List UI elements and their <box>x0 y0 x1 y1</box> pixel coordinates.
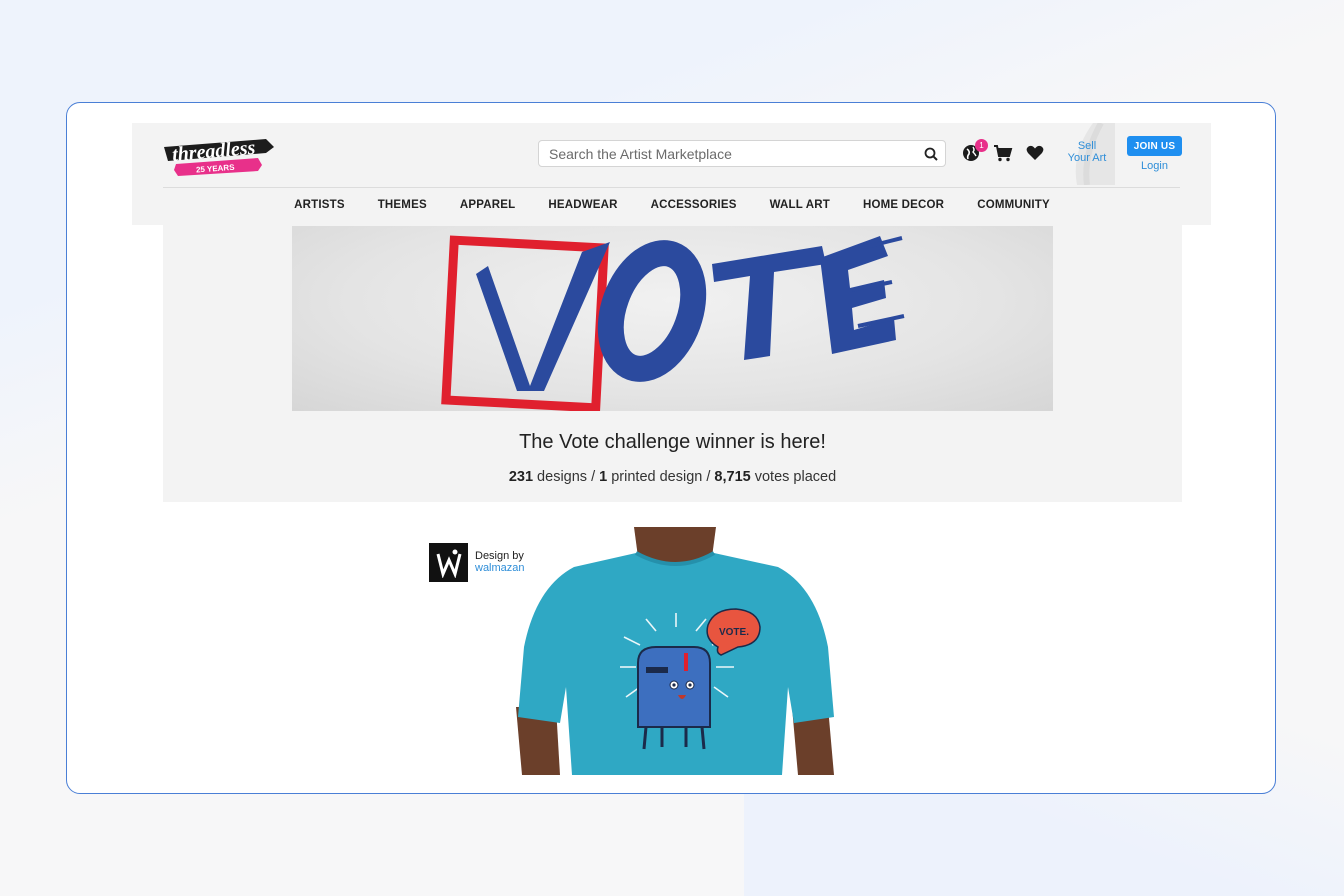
threadless-logo[interactable]: threadless 25 YEARS <box>162 131 277 179</box>
designs-label: designs / <box>533 469 600 485</box>
threadless-page: threadless 25 YEARS 1 <box>132 123 1211 793</box>
cart-icon[interactable] <box>992 143 1014 163</box>
designer-avatar[interactable] <box>429 543 468 582</box>
search-icon[interactable] <box>917 141 945 166</box>
main-nav: ARTISTS THEMES APPAREL HEADWEAR ACCESSOR… <box>132 199 1211 211</box>
hero-title: The Vote challenge winner is here! <box>519 431 826 453</box>
sell-line-1: Sell <box>1077 140 1097 152</box>
vote-banner-image[interactable] <box>292 226 1053 411</box>
search-bar <box>538 140 946 167</box>
hero-stats: 231 designs / 1 printed design / 8,715 v… <box>163 469 1182 485</box>
sell-your-art-link[interactable]: Sell Your Art <box>1062 140 1112 164</box>
login-link[interactable]: Login <box>1127 160 1182 172</box>
nav-divider <box>163 187 1180 188</box>
notification-badge: 1 <box>975 139 988 152</box>
nav-item-apparel[interactable]: APPAREL <box>460 199 516 211</box>
site-header: threadless 25 YEARS 1 <box>132 123 1211 225</box>
designs-count: 231 <box>508 469 534 485</box>
nav-item-accessories[interactable]: ACCESSORIES <box>651 199 737 211</box>
tshirt-product-image[interactable]: VOTE. <box>516 527 836 775</box>
printed-label: printed design / <box>607 469 715 485</box>
nav-item-community[interactable]: COMMUNITY <box>977 199 1050 211</box>
nav-item-wall-art[interactable]: WALL ART <box>770 199 830 211</box>
nav-item-home-decor[interactable]: HOME DECOR <box>863 199 944 211</box>
votes-label: votes placed <box>750 469 837 485</box>
join-us-button[interactable]: JOIN US <box>1127 136 1182 156</box>
heart-icon[interactable] <box>1025 143 1045 163</box>
vote-artwork <box>441 235 905 411</box>
votes-count: 8,715 <box>714 469 751 485</box>
nav-item-artists[interactable]: ARTISTS <box>294 199 345 211</box>
speech-bubble-text: VOTE. <box>719 627 749 638</box>
sell-line-2: Your Art <box>1067 152 1107 164</box>
search-input[interactable] <box>549 145 917 162</box>
nav-item-themes[interactable]: THEMES <box>378 199 427 211</box>
printed-count: 1 <box>599 469 608 485</box>
designer-credit: Design by walmazan <box>429 543 529 583</box>
nav-item-headwear[interactable]: HEADWEAR <box>548 199 617 211</box>
tshirt-artwork: VOTE. <box>516 527 834 775</box>
browser-frame: threadless 25 YEARS 1 <box>66 102 1276 794</box>
